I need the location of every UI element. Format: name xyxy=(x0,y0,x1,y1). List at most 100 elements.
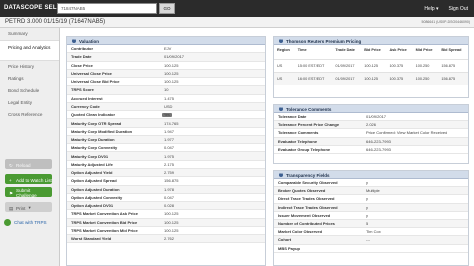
sidebar-item-bond-schedule[interactable]: Bond Schedule xyxy=(0,85,59,97)
add-to-watch-list-button[interactable]: + Add to Watch List xyxy=(5,174,52,184)
field-row: Close Price 100.125 xyxy=(67,62,265,70)
premium-pricing-header[interactable]: − Thomson Reuters Premium Pricing xyxy=(274,37,468,45)
table-cell: 01/09/2017 xyxy=(332,71,362,85)
sidebar: Summary Pricing and Analytics Price Hist… xyxy=(0,28,60,266)
chevron-down-icon: ▾ xyxy=(28,205,31,210)
field-row: Option Adjusted Convexity 0.047 xyxy=(67,194,265,203)
field-value: 646-223-7993 xyxy=(366,146,391,152)
transparency-fields-panel: − Transparency Fields Comparable Securit… xyxy=(273,170,469,266)
field-value: y xyxy=(366,204,368,210)
chat-with-trps-link[interactable]: Chat with TRPS xyxy=(4,219,47,226)
tolerance-comments-panel: − Tolerance Comments Tolerance Date 01/09… xyxy=(273,104,469,164)
field-label: Indirect Trace Trades Observed xyxy=(278,204,338,210)
field-row: Universal Close Price 100.125 xyxy=(67,69,265,79)
premium-pricing-table: Region Time Trade Date Bid Price Ask Price Mi… xyxy=(274,45,468,85)
field-value: 2.762 xyxy=(164,236,175,242)
field-value: 0.047 xyxy=(164,145,175,151)
field-value: 01/09/2017 xyxy=(164,54,185,60)
field-row: Indirect Trace Trades Observed y xyxy=(274,203,468,212)
table-cell: 100.375 xyxy=(386,71,413,85)
chat-icon xyxy=(4,219,11,226)
sidebar-item-cross-reference[interactable]: Cross Reference xyxy=(0,109,59,121)
field-label: TRPS Market Convention Ask Price xyxy=(71,211,138,217)
table-cell: 100.375 xyxy=(386,58,413,72)
field-label: Maturity Corp Modified Duration xyxy=(71,128,133,134)
field-row: Currency Code USD xyxy=(67,102,265,112)
field-row: Option Adjusted DV01 0.028 xyxy=(67,202,265,211)
field-value: 100.125 xyxy=(164,227,179,233)
field-row: Trade Date 01/09/2017 xyxy=(67,53,265,62)
premium-pricing-panel: − Thomson Reuters Premium Pricing Region… xyxy=(273,36,469,98)
field-label: Evaluator Group Telephone xyxy=(278,146,331,152)
table-cell: 100.125 xyxy=(361,58,387,72)
field-row: Issuer Movement Observed y xyxy=(274,212,468,220)
field-row: Worst Standard Yield 2.762 xyxy=(67,235,265,244)
field-row: Option Adjusted Spread 156.875 xyxy=(67,177,265,186)
field-label: Cohort xyxy=(278,237,292,243)
field-label: Accrued Interest xyxy=(71,95,103,101)
sidebar-item-pricing-analytics[interactable]: Pricing and Analytics xyxy=(0,40,59,61)
field-row: Option Adjusted Yield 2.759 xyxy=(67,168,265,178)
field-row: Maturity Corp Convexity 0.047 xyxy=(67,144,265,153)
flag-icon: ⚑ xyxy=(9,191,14,196)
tolerance-comments-header[interactable]: − Tolerance Comments xyxy=(274,105,468,113)
table-body: US 15:00 EST/EDT 01/09/2017 100.125 100.375 1… xyxy=(274,58,468,85)
field-row: Evaluator Group Telephone 646-223-7993 xyxy=(274,146,468,154)
table-cell: US xyxy=(274,58,295,72)
table-cell: 100.125 xyxy=(361,71,387,85)
field-label: Currency Code xyxy=(71,103,100,109)
collapse-icon: − xyxy=(279,172,283,178)
field-label: TRPS Score xyxy=(71,87,94,93)
field-value: 2.759 xyxy=(164,170,175,176)
field-value: 0.047 xyxy=(164,194,175,200)
field-label: Maturity Corp OTR Spread xyxy=(71,120,122,126)
sidebar-item-price-history[interactable]: Price History xyxy=(0,61,59,73)
valuation-header[interactable]: − Valuation xyxy=(67,37,265,45)
sidebar-item-ratings[interactable]: Ratings xyxy=(0,73,59,85)
collapse-icon: − xyxy=(279,106,283,112)
reload-button[interactable]: ↻ Reload xyxy=(5,159,52,169)
go-button[interactable]: GO xyxy=(159,3,175,14)
help-menu[interactable]: Help ▾ xyxy=(424,6,438,12)
field-row: TRPS Market Convention Mid Price 100.125 xyxy=(67,227,265,236)
sidebar-item-summary[interactable]: Summary xyxy=(0,28,59,40)
valuation-title: Valuation xyxy=(79,38,100,44)
field-value: 1.947 xyxy=(164,128,175,134)
field-label: Direct Trace Trades Observed xyxy=(278,196,335,202)
field-value: 100.125 xyxy=(164,79,179,85)
field-value: USD xyxy=(164,103,173,109)
field-label: Universal Close Bid Price xyxy=(71,79,120,85)
field-row: Tolerance Date 01/09/2017 xyxy=(274,113,468,122)
table-cell: 15:00 EST/EDT xyxy=(294,58,333,72)
field-row: Maturity Corp OTR Spread 174.765 xyxy=(67,119,265,128)
sign-out-link[interactable]: Sign Out xyxy=(449,6,468,12)
field-row: Broker Quotes Observed Multiple xyxy=(274,187,468,196)
sidebar-item-legal-entity[interactable]: Legal Entity xyxy=(0,97,59,109)
table-cell: US xyxy=(274,71,295,85)
field-value: 100.125 xyxy=(164,211,179,217)
add-to-watch-list-label: Add to Watch List xyxy=(16,177,52,183)
column-header: Time xyxy=(297,48,307,52)
transparency-fields-header[interactable]: − Transparency Fields xyxy=(274,171,468,179)
field-row: Direct Trace Trades Observed y xyxy=(274,195,468,204)
field-label: Evaluator Telephone xyxy=(278,138,318,144)
security-title-bar: PETRD 3.000 01/15/19 (71647NAB5) 5086641… xyxy=(0,17,474,28)
field-value: 1.975 xyxy=(164,153,175,159)
field-value: 01/09/2017 xyxy=(366,114,387,120)
field-value: 1.977 xyxy=(164,137,175,143)
field-value: 174.765 xyxy=(164,120,179,126)
field-label: Close Price xyxy=(71,62,93,68)
submit-challenge-button[interactable]: ⚑ Submit Challenge xyxy=(5,187,52,198)
table-cell: 100.250 xyxy=(412,58,439,72)
field-label: Option Adjusted Convexity xyxy=(71,194,123,200)
valuation-panel: − Valuation Contributor EJV Trade Date 01/0… xyxy=(66,36,266,266)
field-label: Universal Close Price xyxy=(71,70,112,76)
submit-challenge-label: Submit Challenge xyxy=(16,188,37,198)
field-value: 156.875 xyxy=(164,178,179,184)
field-value: Tim Cox xyxy=(366,229,381,235)
security-search-input[interactable]: 71847NAB5 xyxy=(57,3,157,14)
print-button[interactable]: ▤ Print ▾ xyxy=(5,202,52,212)
column-header: Bid Price xyxy=(364,48,381,52)
printer-icon: ▤ xyxy=(9,206,14,211)
field-value: 2.026 xyxy=(366,122,377,128)
